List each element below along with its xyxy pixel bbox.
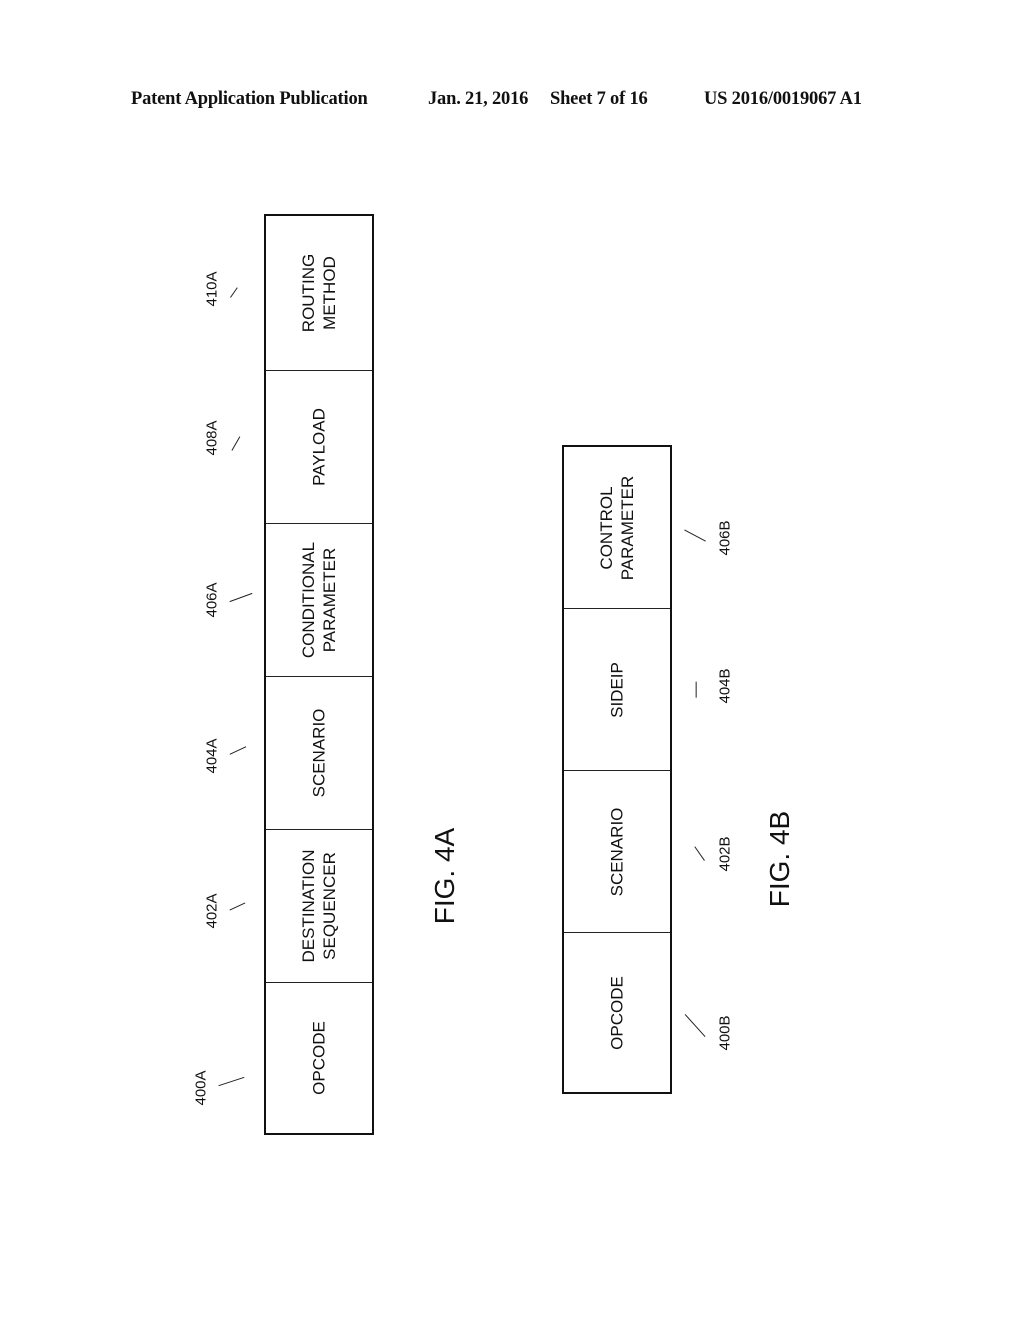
leader-line [229,902,246,911]
field-label: CONDITIONAL PARAMETER [299,541,339,659]
leader-line [684,529,706,542]
fig4a-field-destination-sequencer: DESTINATION SEQUENCER [266,829,372,982]
publication-number: US 2016/0019067 A1 [704,89,862,109]
leader-line [231,436,241,451]
field-label: PAYLOAD [309,408,329,486]
fig4a-field-conditional-parameter: CONDITIONAL PARAMETER [266,523,372,676]
leader-line [230,287,238,298]
field-label: OPCODE [309,1021,329,1095]
fig4b-caption: FIG. 4B [764,810,795,908]
ref-404b: 404B [716,668,734,704]
ref-406b: 406B [716,520,734,556]
leader-line [229,592,253,603]
ref-402a: 402A [203,893,221,929]
ref-404a: 404A [203,738,221,774]
field-label: DESTINATION SEQUENCER [299,849,339,963]
page-header: Patent Application Publication Jan. 21, … [0,89,1024,113]
ref-400a: 400A [192,1070,210,1106]
field-label: SCENARIO [607,807,627,896]
ref-406a: 406A [203,582,221,618]
field-label: OPCODE [607,975,627,1050]
fig4b-packet-box: CONTROL PARAMETER SIDEIP SCENARIO OPCODE [562,445,672,1094]
ref-402b: 402B [716,836,734,872]
leader-line [218,1076,245,1087]
publication-date: Jan. 21, 2016 [428,89,529,109]
sheet-number: Sheet 7 of 16 [550,89,648,109]
ref-410a: 410A [203,271,221,307]
field-label: CONTROL PARAMETER [597,475,637,580]
fig4a-field-scenario: SCENARIO [266,676,372,829]
publication-title: Patent Application Publication [131,89,368,109]
leader-line [684,1014,706,1038]
fig4a-field-opcode: OPCODE [266,982,372,1133]
fig4b-field-opcode: OPCODE [564,932,670,1092]
fig4a-field-payload: PAYLOAD [266,370,372,523]
fig4b-field-scenario: SCENARIO [564,770,670,932]
ref-408a: 408A [203,420,221,456]
leader-line [229,746,247,756]
fig4a-field-routing-method: ROUTING METHOD [266,216,372,370]
field-label: SCENARIO [309,708,329,798]
leader-line [694,846,705,861]
field-label: SIDEIP [607,661,627,718]
fig4a-caption: FIG. 4A [429,827,460,925]
fig4b-field-sideip: SIDEIP [564,608,670,770]
fig4a-packet-box: ROUTING METHOD PAYLOAD CONDITIONAL PARAM… [264,214,374,1135]
ref-400b: 400B [716,1015,734,1051]
fig4b-field-control-parameter: CONTROL PARAMETER [564,447,670,608]
field-label: ROUTING METHOD [299,253,339,333]
leader-line [695,681,697,698]
